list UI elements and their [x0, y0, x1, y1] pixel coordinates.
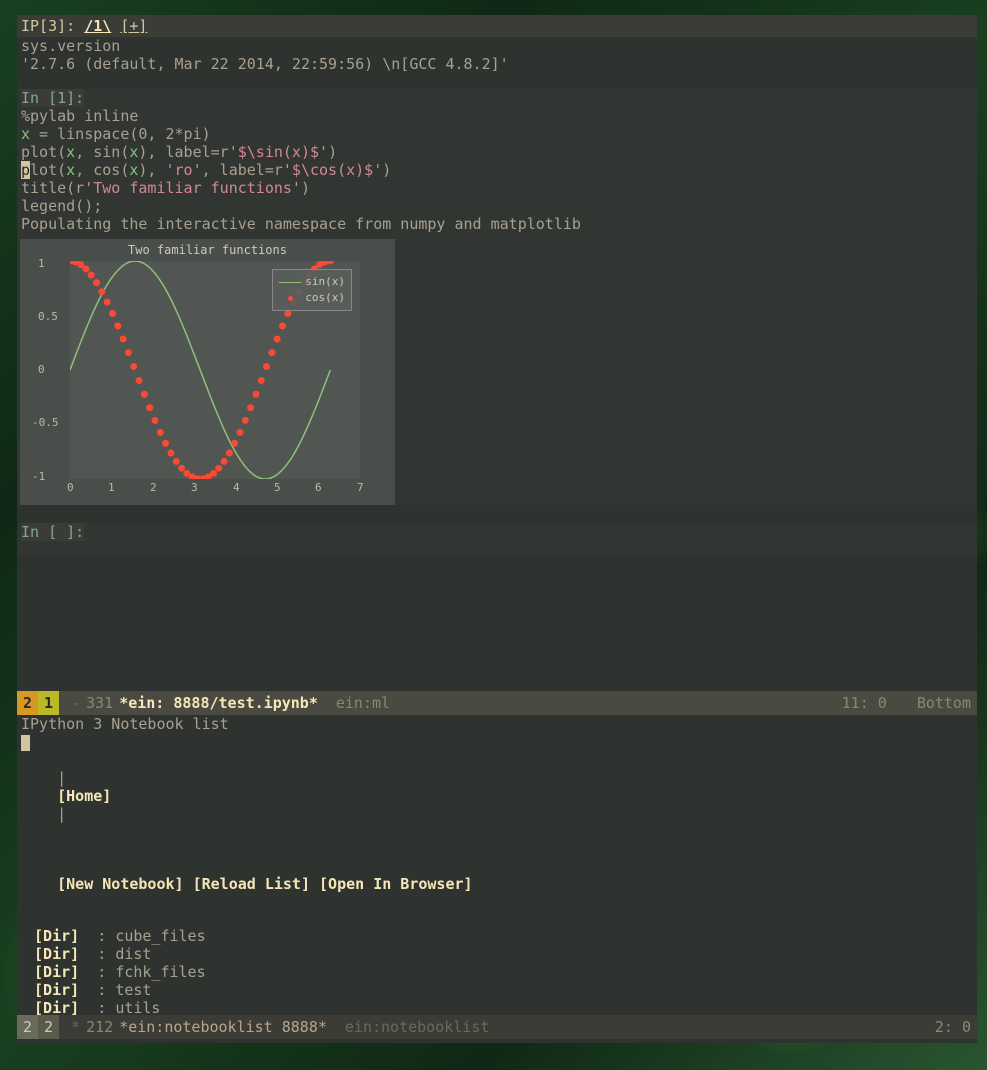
- modeline-badge-1: 2: [17, 691, 38, 715]
- modeline-line: 331: [86, 694, 113, 712]
- list-item: [Dir] : test: [21, 981, 973, 999]
- text-cursor-2: [21, 735, 30, 751]
- list-item: [Dir] : fchk_files: [21, 963, 973, 981]
- list-item: [Dir] : dist: [21, 945, 973, 963]
- cell-1-prompt: In [1]:: [21, 89, 84, 107]
- header-tab-add[interactable]: [+]: [120, 17, 147, 35]
- cell-1-code[interactable]: %pylab inline x = linspace(0, 2*pi) plot…: [17, 107, 977, 215]
- header-prefix: IP[3]:: [21, 17, 75, 35]
- home-link[interactable]: [Home]: [57, 787, 111, 805]
- cell-output-sysversion: sys.version '2.7.6 (default, Mar 22 2014…: [17, 37, 977, 73]
- cell-1-output-text: Populating the interactive namespace fro…: [17, 215, 977, 233]
- cell-2[interactable]: In [ ]:: [17, 523, 977, 557]
- dir-link[interactable]: [Dir]: [34, 945, 79, 963]
- modeline2-buffer: *ein:notebooklist 8888*: [119, 1018, 327, 1036]
- notebooklist-title: IPython 3 Notebook list: [17, 715, 977, 733]
- cell-2-prompt: In [ ]:: [21, 523, 84, 541]
- plot-output: Two familiar functions sin(x) cos(x) 1 0…: [20, 239, 395, 505]
- modeline-top: 21 - 331 *ein: 8888/test.ipynb* ein:ml 1…: [17, 691, 977, 715]
- header-line: IP[3]: /1\ [+]: [17, 15, 977, 37]
- modeline-badge-2: 1: [38, 691, 59, 715]
- modeline2-badge-2: 2: [38, 1015, 59, 1039]
- new-notebook-button[interactable]: [New Notebook]: [57, 875, 183, 893]
- modeline-pos: 11: 0: [842, 694, 887, 712]
- plot-legend: sin(x) cos(x): [272, 269, 352, 311]
- minibuffer[interactable]: [17, 1039, 977, 1043]
- reload-list-button[interactable]: [Reload List]: [193, 875, 310, 893]
- modeline2-mode: ein:notebooklist: [345, 1018, 490, 1036]
- modeline-scroll: Bottom: [917, 694, 977, 712]
- open-in-browser-button[interactable]: [Open In Browser]: [319, 875, 473, 893]
- modeline2-line: 212: [86, 1018, 113, 1036]
- cell-1[interactable]: In [1]: %pylab inline x = linspace(0, 2*…: [17, 89, 977, 505]
- list-item: [Dir] : cube_files: [21, 927, 973, 945]
- modeline2-badge-1: 2: [17, 1015, 38, 1039]
- header-tab-1[interactable]: /1\: [84, 17, 111, 35]
- modeline2-pos: 2: 0: [935, 1018, 977, 1036]
- modeline-buffer: *ein: 8888/test.ipynb*: [119, 694, 318, 712]
- notebooklist-pane[interactable]: IPython 3 Notebook list | [Home] | [New …: [17, 715, 977, 1015]
- notebook-pane[interactable]: IP[3]: /1\ [+] sys.version '2.7.6 (defau…: [17, 15, 977, 691]
- dir-link[interactable]: [Dir]: [34, 963, 79, 981]
- plot-title: Two familiar functions: [20, 243, 395, 257]
- text-cursor: p: [21, 161, 30, 179]
- dir-link[interactable]: [Dir]: [34, 927, 79, 945]
- modeline-mode: ein:ml: [336, 694, 390, 712]
- dir-link[interactable]: [Dir]: [34, 981, 79, 999]
- modeline-bottom: 22 * 212 *ein:notebooklist 8888* ein:not…: [17, 1015, 977, 1039]
